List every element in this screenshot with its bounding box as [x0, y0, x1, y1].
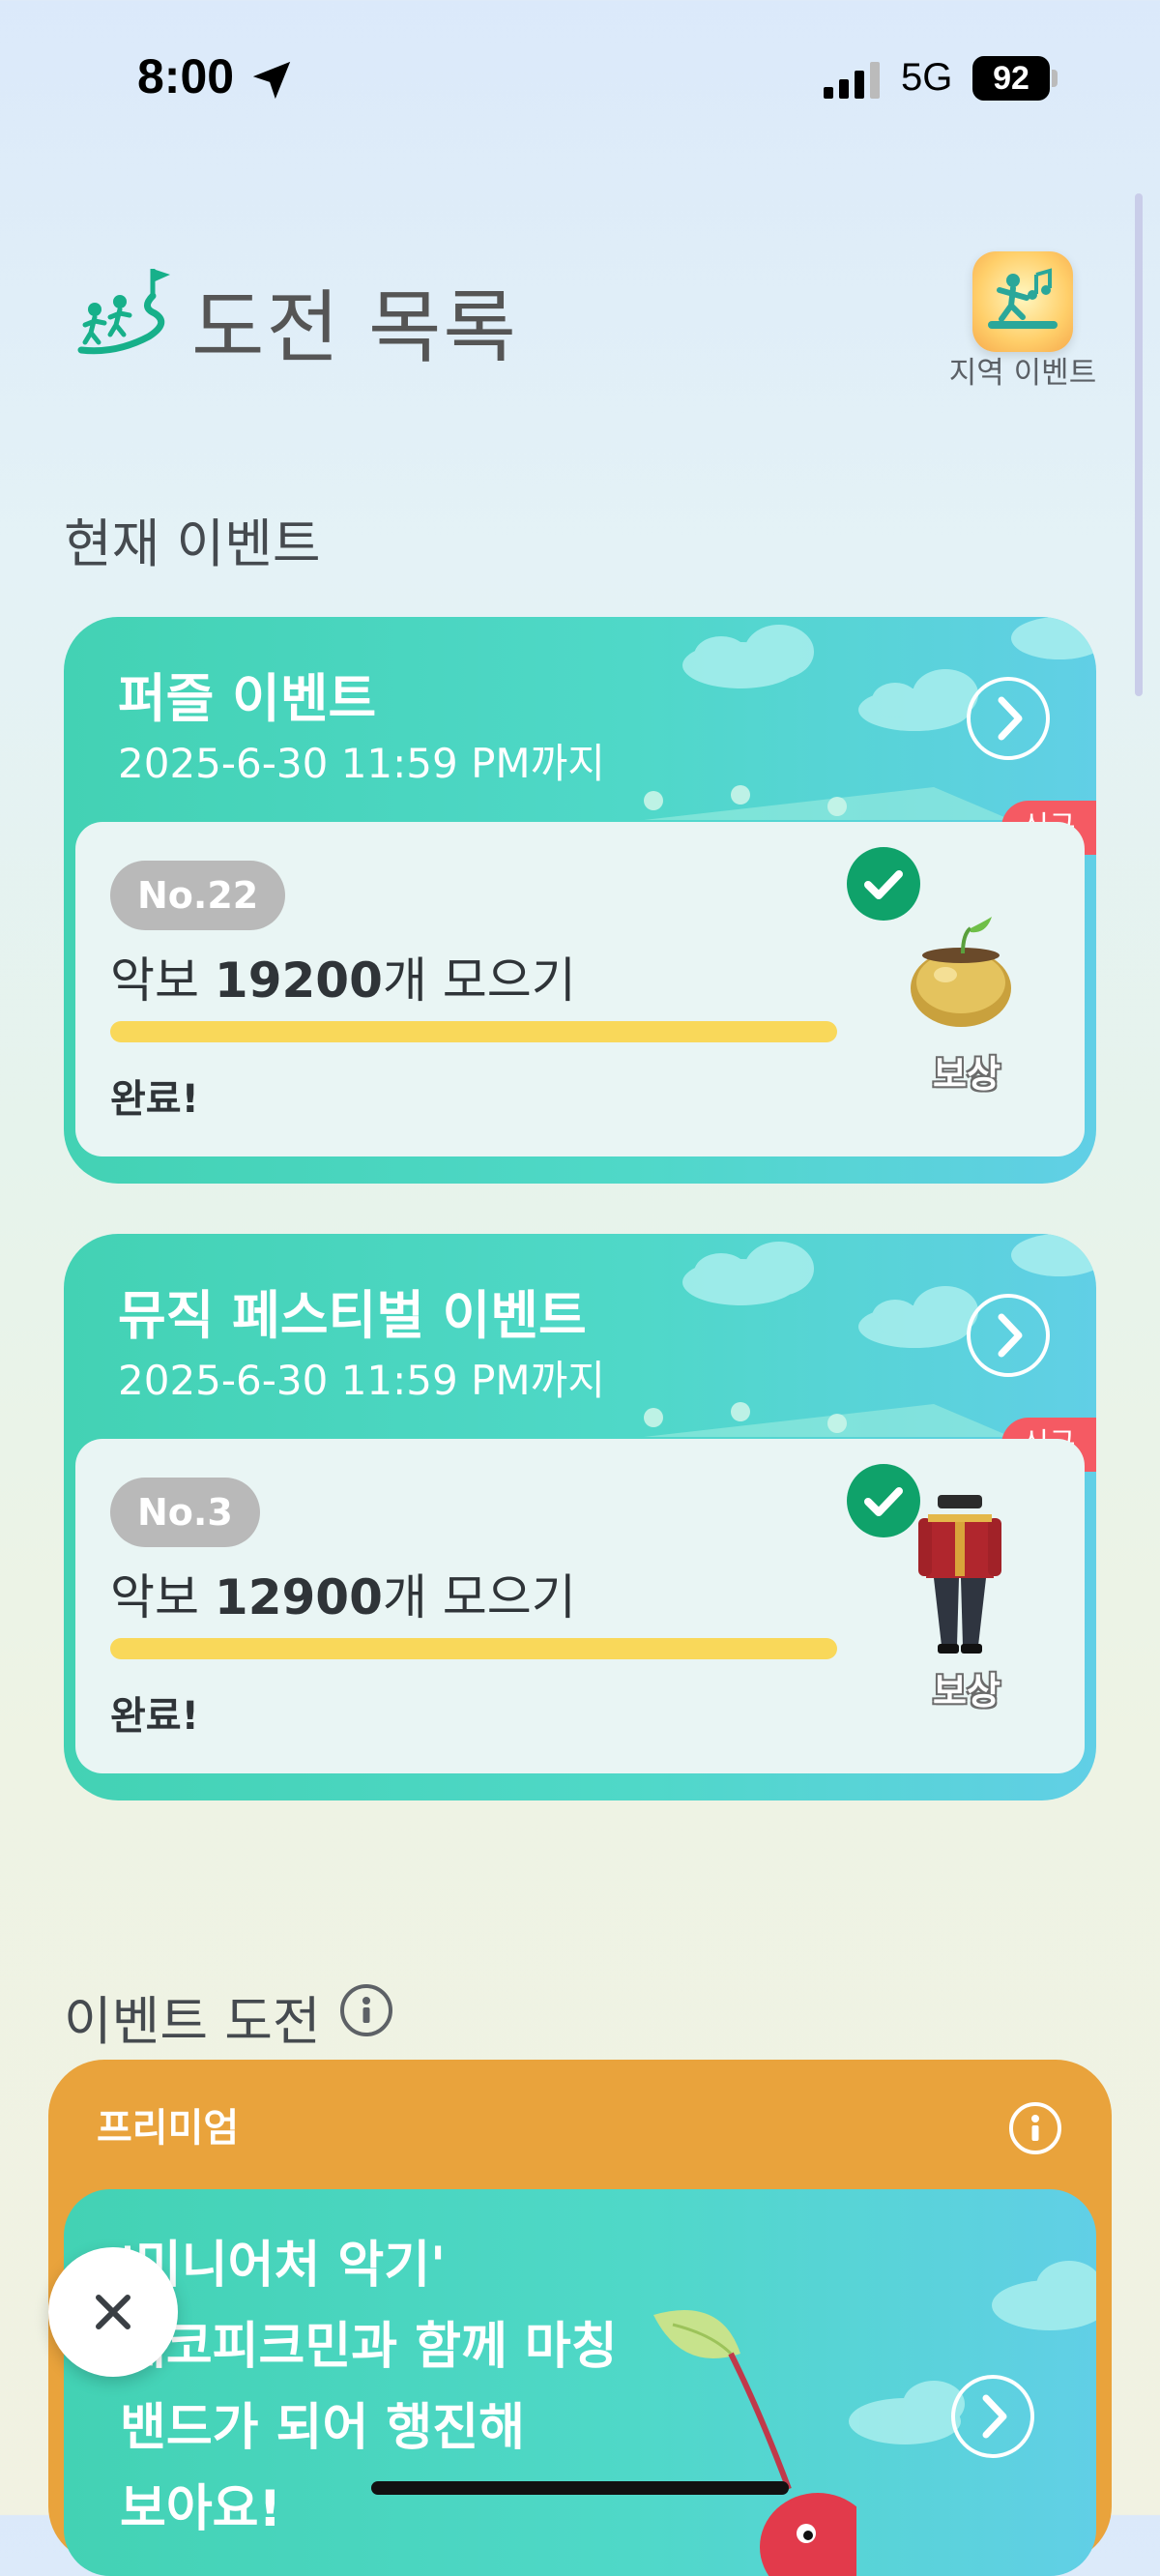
info-icon[interactable]: [340, 1984, 392, 2036]
event-deadline: 2025-6-30 11:59 PM까지: [118, 740, 605, 787]
event-challenge-title: 이벤트 도전: [64, 1991, 321, 2052]
check-icon: [847, 1464, 920, 1537]
progress-bar: [110, 1021, 837, 1042]
challenge-status: 완료!: [110, 1694, 199, 1739]
chevron-right-icon[interactable]: [967, 677, 1050, 760]
marching-band-outfit-icon: [918, 1495, 1001, 1654]
dancing-person-music-icon: [988, 268, 1058, 329]
location-arrow-icon: [252, 61, 291, 100]
close-icon: [96, 2295, 130, 2329]
chevron-right-icon[interactable]: [967, 1294, 1050, 1377]
page-title: 도전 목록: [191, 282, 518, 374]
challenge-panel: No.22 악보 19200개 모으기 완료! 보상: [75, 822, 1085, 1156]
local-event-button[interactable]: [972, 251, 1073, 352]
premium-text-line: 밴드가 되어 행진해: [120, 2399, 525, 2457]
local-event-label: 지역 이벤트: [948, 356, 1097, 391]
close-button[interactable]: [48, 2247, 178, 2377]
current-events-title: 현재 이벤트: [64, 513, 321, 574]
event-title: 뮤직 페스티벌 이벤트: [118, 1285, 587, 1346]
check-icon: [847, 847, 920, 921]
challenge-goal: 악보 19200개 모으기: [110, 952, 576, 1009]
challenge-number: No.3: [110, 1478, 260, 1547]
golden-pot-sprout-icon: [911, 917, 1011, 1027]
reward-label: 보상: [933, 1670, 1000, 1712]
progress-bar: [110, 1638, 837, 1659]
hiking-people-flag-icon: [77, 269, 170, 355]
puzzle-event-card[interactable]: 퍼즐 이벤트 2025-6-30 11:59 PM까지 신규 No.22 악보 …: [64, 617, 1096, 1184]
challenge-number: No.22: [110, 861, 286, 930]
battery-tip: [1052, 70, 1058, 87]
challenge-goal: 악보 12900개 모으기: [110, 1569, 576, 1625]
info-icon[interactable]: [1009, 2102, 1061, 2154]
premium-text-line: 데코피크민과 함께 마칭: [120, 2318, 618, 2376]
reward-label: 보상: [933, 1053, 1000, 1096]
event-title: 퍼즐 이벤트: [118, 668, 377, 729]
chevron-right-icon[interactable]: [951, 2375, 1034, 2458]
premium-banner[interactable]: '미니어처 악기' 데코피크민과 함께 마칭 밴드가 되어 행진해 보아요!: [64, 2189, 1096, 2576]
status-time: 8:00: [137, 49, 235, 103]
challenge-panel: No.3 악보 12900개 모으기 완료! 보상: [75, 1439, 1085, 1773]
challenge-status: 완료!: [110, 1077, 199, 1122]
event-deadline: 2025-6-30 11:59 PM까지: [118, 1357, 605, 1404]
battery-icon: 92: [972, 56, 1050, 101]
premium-text-line: 보아요!: [120, 2480, 282, 2538]
scrollbar[interactable]: [1135, 193, 1143, 696]
home-indicator[interactable]: [371, 2481, 789, 2495]
premium-label: 프리미엄: [97, 2106, 240, 2151]
cellular-signal-icon: [824, 62, 880, 99]
network-type: 5G: [901, 56, 953, 99]
music-festival-event-card[interactable]: 뮤직 페스티벌 이벤트 2025-6-30 11:59 PM까지 신규 No.3…: [64, 1234, 1096, 1800]
